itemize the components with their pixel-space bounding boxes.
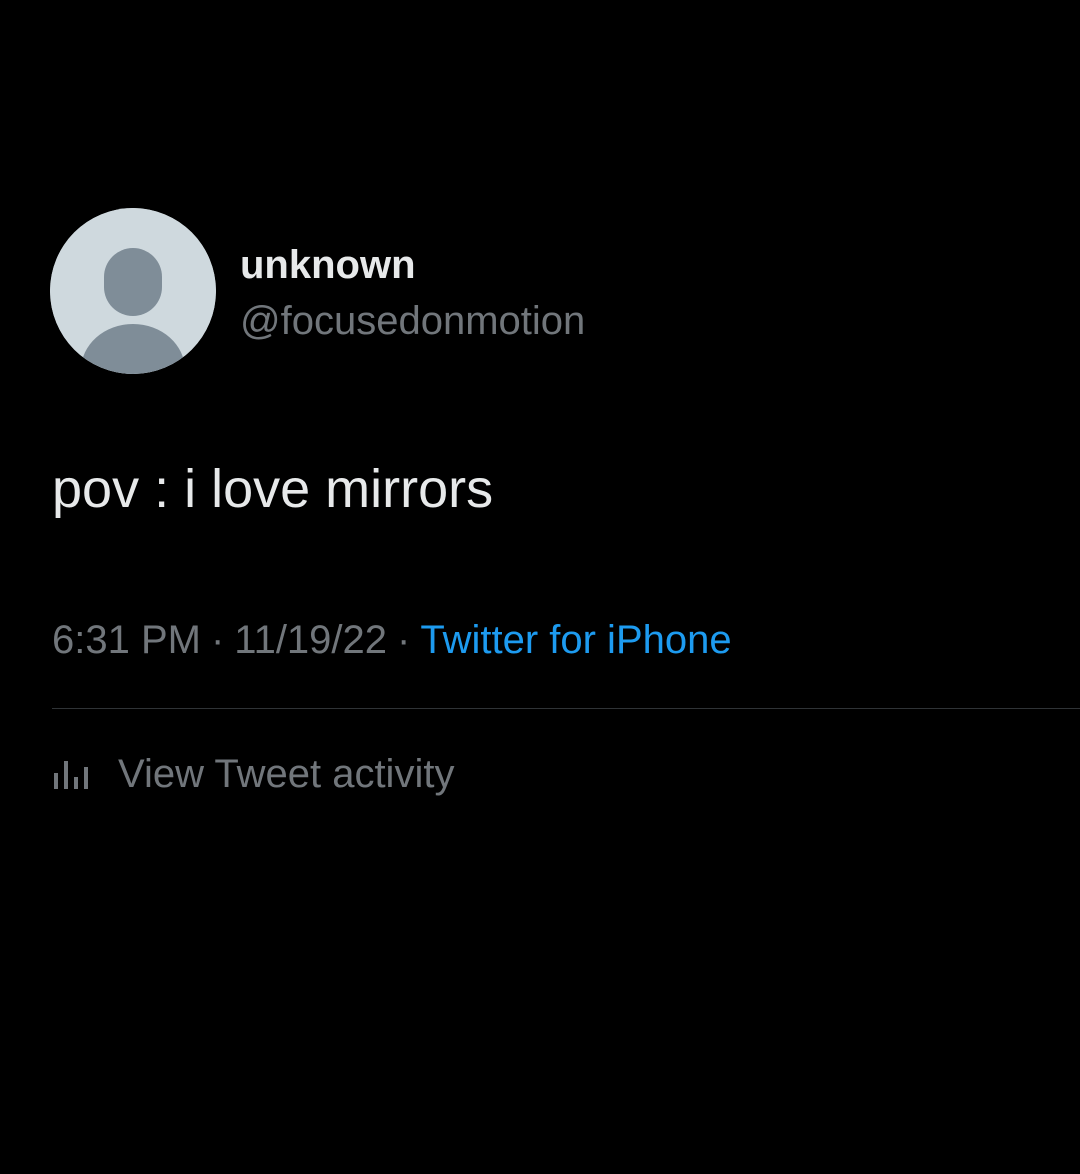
bar-chart-icon bbox=[52, 759, 96, 789]
divider bbox=[52, 708, 1080, 709]
tweet-source-link[interactable]: Twitter for iPhone bbox=[420, 618, 731, 662]
meta-separator: · bbox=[210, 618, 225, 662]
author-display-name[interactable]: unknown bbox=[240, 239, 416, 291]
tweet-meta: 6:31 PM · 11/19/22 · Twitter for iPhone bbox=[52, 614, 732, 666]
view-tweet-activity-button[interactable]: View Tweet activity bbox=[52, 748, 454, 800]
default-profile-icon bbox=[50, 208, 216, 374]
meta-separator: · bbox=[397, 618, 411, 662]
tweet-detail: unknown @focusedonmotion pov : i love mi… bbox=[0, 0, 1080, 1174]
author-handle[interactable]: @focusedonmotion bbox=[240, 295, 585, 347]
tweet-text: pov : i love mirrors bbox=[52, 459, 494, 519]
avatar[interactable] bbox=[50, 208, 216, 374]
view-tweet-activity-label: View Tweet activity bbox=[118, 752, 455, 796]
tweet-time[interactable]: 6:31 PM bbox=[52, 618, 201, 662]
tweet-date[interactable]: 11/19/22 bbox=[234, 618, 387, 662]
